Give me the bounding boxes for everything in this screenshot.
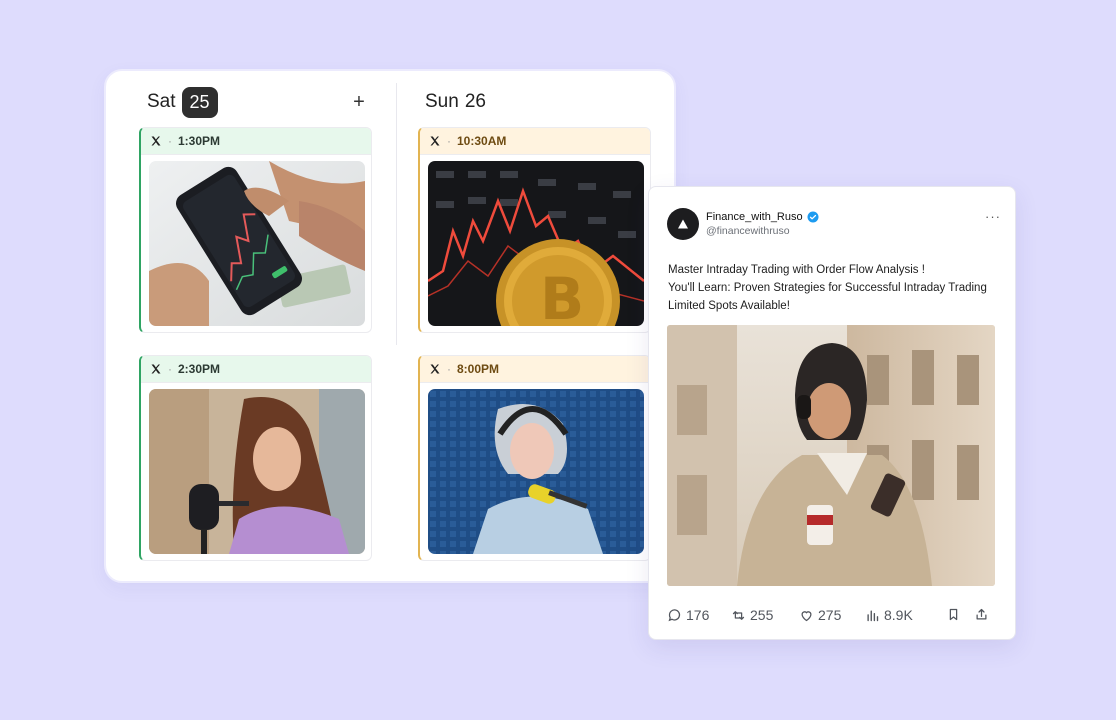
tweet-preview-card: Finance_with_Ruso @financewithruso ··· M… [648, 186, 1016, 640]
post-time: 2:30PM [178, 362, 221, 376]
post-image-bitcoin-chart: B [428, 161, 644, 326]
verified-badge-icon [807, 211, 819, 223]
post-header: · 1:30PM [141, 128, 371, 155]
account-name[interactable]: Finance_with_Ruso [706, 211, 819, 223]
retweet-button[interactable]: 255 [731, 607, 773, 623]
account-name-text: Finance_with_Ruso [706, 211, 803, 223]
tweet-line: You'll Learn: Proven Strategies for Succ… [668, 282, 987, 294]
tweet-text: Master Intraday Trading with Order Flow … [668, 261, 1003, 315]
retweet-count: 255 [750, 607, 774, 623]
scheduled-post-card[interactable]: · 8:00PM [418, 355, 651, 561]
post-time: 8:00PM [457, 362, 500, 376]
retweet-icon [732, 610, 745, 620]
day-divider [396, 83, 397, 345]
post-image-trading-phone [149, 161, 365, 326]
post-image-recording-booth [428, 389, 644, 554]
separator: · [447, 362, 451, 376]
day-header-sat: Sat 25 [147, 85, 218, 119]
tweet-line: Master Intraday Trading with Order Flow … [668, 264, 925, 276]
separator: · [447, 134, 451, 148]
reply-count: 176 [686, 607, 710, 623]
x-logo-icon [151, 136, 161, 146]
like-count: 275 [818, 607, 842, 623]
bookmark-icon [949, 608, 958, 621]
tweet-actions: 176 255 275 8.9K [667, 607, 997, 625]
post-header: · 10:30AM [420, 128, 650, 155]
post-header: · 8:00PM [420, 356, 650, 383]
reply-icon [668, 608, 681, 621]
account-handle[interactable]: @financewithruso [706, 225, 790, 237]
weekday-label: Sat [147, 91, 176, 112]
avatar[interactable] [667, 208, 699, 240]
like-button[interactable]: 275 [799, 607, 841, 623]
share-icon [976, 608, 987, 620]
svg-text:B: B [540, 265, 584, 326]
post-image-podcast-woman [149, 389, 365, 554]
separator: · [168, 134, 172, 148]
x-logo-icon [151, 364, 161, 374]
more-options-icon[interactable]: ··· [985, 209, 1001, 224]
tweet-image[interactable] [667, 325, 995, 586]
post-time: 10:30AM [457, 134, 507, 148]
date-label[interactable]: 26 [465, 91, 486, 113]
content-calendar: Sat 25 + Sun 26 · 1:30PM · 10:30AM B · 2… [104, 69, 676, 583]
today-date-badge[interactable]: 25 [181, 86, 218, 118]
separator: · [168, 362, 172, 376]
x-logo-icon [430, 136, 440, 146]
tweet-line: Limited Spots Available! [668, 300, 790, 312]
x-logo-icon [430, 364, 440, 374]
views-button[interactable]: 8.9K [865, 607, 913, 623]
scheduled-post-card[interactable]: · 1:30PM [139, 127, 372, 333]
weekday-label: Sun [425, 91, 459, 112]
scheduled-post-card[interactable]: · 2:30PM [139, 355, 372, 561]
reply-button[interactable]: 176 [667, 607, 709, 623]
bookmark-button[interactable] [946, 607, 965, 622]
day-header-sun: Sun 26 [425, 85, 486, 119]
post-header: · 2:30PM [141, 356, 371, 383]
triangle-logo-icon [678, 219, 688, 229]
views-count: 8.9K [884, 607, 913, 623]
add-post-button[interactable]: + [350, 89, 368, 115]
heart-icon [801, 610, 812, 621]
share-button[interactable] [974, 607, 993, 622]
bar-chart-icon [867, 609, 879, 621]
scheduled-post-card[interactable]: · 10:30AM B [418, 127, 651, 333]
post-time: 1:30PM [178, 134, 221, 148]
